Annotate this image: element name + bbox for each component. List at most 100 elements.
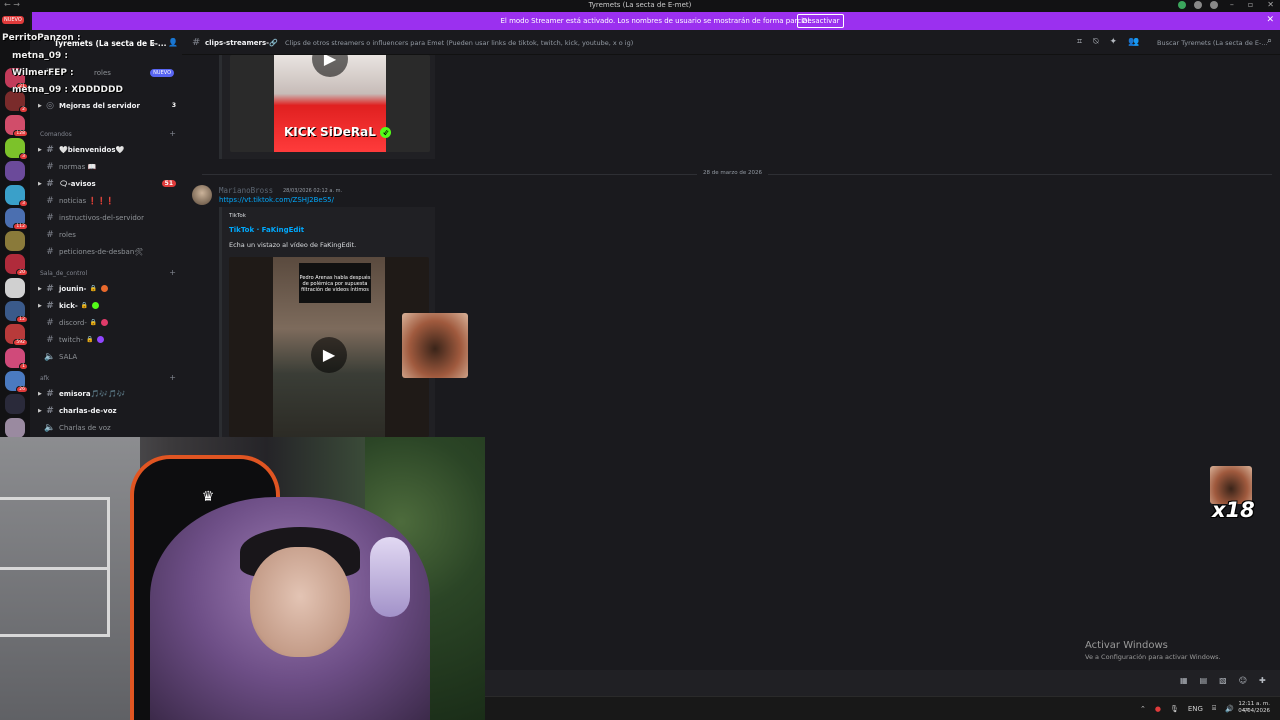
language-indicator[interactable]: ENG — [1188, 705, 1203, 713]
add-channel-icon[interactable]: + — [169, 268, 176, 277]
add-channel-icon[interactable]: + — [169, 373, 176, 382]
hash-icon: # — [46, 161, 54, 172]
message-timestamp: 28/03/2026 02:12 a. m. — [283, 188, 343, 194]
message-author[interactable]: MarianoBross — [219, 186, 273, 195]
channel-label: instructivos-del-servidor — [59, 213, 144, 222]
lock-icon: 🔒 — [89, 285, 97, 292]
server-icon[interactable]: 26 — [5, 370, 28, 393]
category-comandos[interactable]: Comandos — [40, 131, 72, 138]
sidebar-item-mejoras[interactable]: ▶ ◎ Mejoras del servidor 3 — [38, 98, 180, 113]
taskbar-clock[interactable]: 12:11 a. m. 04/04/2026 — [1238, 701, 1270, 715]
play-icon[interactable]: ▶ — [311, 337, 347, 373]
mejoras-label: Mejoras del servidor — [59, 101, 140, 110]
nitro-icon[interactable] — [1178, 1, 1186, 9]
sidebar-item-channel[interactable]: ▶ # kick- 🔒 — [38, 298, 180, 313]
hash-icon: # — [46, 246, 54, 257]
network-icon[interactable]: ⌸ — [1212, 704, 1216, 713]
server-icon[interactable] — [5, 231, 25, 252]
search-icon[interactable]: ⌕ — [1267, 36, 1272, 46]
server-icon[interactable]: 3 — [5, 137, 28, 160]
server-icon[interactable]: 20 — [5, 254, 28, 277]
sidebar-item-channel[interactable]: # twitch- 🔒 — [38, 332, 180, 347]
sidebar-item-channel[interactable]: # noticias ❗❗❗ — [38, 193, 180, 208]
sidebar-item-channel[interactable]: ▶ # charlas-de-voz — [38, 403, 180, 418]
server-icon[interactable]: 3 — [5, 184, 28, 207]
server-icon[interactable]: 592 — [5, 324, 28, 347]
server-mention-badge: 3 — [19, 199, 28, 207]
server-icon[interactable]: 12 — [5, 301, 28, 323]
sidebar-item-channel[interactable]: # instructivos-del-servidor — [38, 210, 180, 225]
server-mention-badge: 2 — [19, 106, 28, 114]
lock-icon: 🔒 — [85, 336, 94, 343]
alert-multiplier: x18 — [1212, 498, 1255, 522]
record-icon[interactable]: ● — [1155, 705, 1161, 713]
minimize-icon[interactable]: – — [1230, 0, 1234, 9]
message-link[interactable]: https://vt.tiktok.com/ZSHJ2BeS5/ — [219, 196, 334, 204]
chevron-down-icon[interactable]: ⌄ — [150, 38, 157, 47]
sidebar-item-channel[interactable]: ▶ # jounin- 🔒 — [38, 281, 180, 296]
video-thumbnail[interactable]: ▶ KICK SiDeRaL ✓ — [230, 55, 430, 152]
deactivate-button[interactable]: Desactivar — [797, 14, 845, 28]
server-icon[interactable] — [5, 417, 25, 438]
server-icon[interactable]: 112 — [5, 207, 28, 230]
sidebar-item-channel[interactable]: # normas 📖 — [38, 159, 180, 174]
sidebar-item-channel[interactable]: ▶ # 🗨-avisos 51 — [38, 176, 180, 191]
lock-icon: 🔒 — [80, 302, 89, 309]
close-window-icon[interactable]: ✕ — [1267, 0, 1274, 9]
sidebar-item-channel[interactable]: 🔈 Charlas de voz — [38, 420, 180, 435]
server-icon[interactable] — [5, 161, 25, 182]
channel-name: clips-streamers-🔗 — [205, 39, 278, 47]
category-afk[interactable]: afk — [40, 375, 49, 382]
channel-label: twitch- — [59, 335, 83, 344]
server-icon[interactable]: 128 — [5, 114, 28, 137]
hash-icon: # — [46, 300, 54, 311]
voice-channel-icon: 🔈 — [44, 422, 56, 433]
inbox-icon[interactable] — [1194, 1, 1202, 9]
gif-icon[interactable]: ▤ — [1200, 676, 1208, 685]
avatar[interactable] — [192, 185, 212, 205]
pin-icon[interactable]: ✦ — [1109, 37, 1117, 47]
channel-label: 🗨-avisos — [59, 179, 96, 188]
mute-icon[interactable]: ⍉ — [1093, 37, 1098, 47]
webcam-streamer-face — [250, 547, 350, 657]
verified-icon: ✓ — [380, 127, 392, 138]
server-mention-badge: 12 — [16, 316, 28, 323]
add-channel-icon[interactable]: + — [169, 129, 176, 138]
server-icon[interactable]: 1 — [5, 347, 28, 370]
server-icon[interactable] — [5, 394, 25, 415]
window-controls: – ▫ ✕ — [1230, 0, 1274, 9]
sidebar-item-channel[interactable]: # peticiones-de-desban🛠 — [38, 244, 180, 259]
server-mention-badge: 3 — [19, 152, 28, 160]
invite-icon[interactable]: 👤 — [168, 38, 178, 47]
sidebar-item-channel[interactable]: ▶ # 🤍bienvenidos🤍 — [38, 142, 180, 157]
gift-icon[interactable]: ▦ — [1180, 676, 1188, 685]
server-mention-badge: 112 — [13, 222, 28, 230]
help-icon[interactable] — [1210, 1, 1218, 9]
banner-close-icon[interactable]: ✕ — [1266, 15, 1274, 25]
embed-title[interactable]: TikTok · FaKingEdit — [229, 226, 304, 234]
hash-icon: # — [46, 283, 54, 294]
hash-icon: # — [46, 229, 54, 240]
search-input[interactable]: Buscar Tyremets (La secta de E-... — [1157, 39, 1268, 47]
sticker-icon[interactable]: ▧ — [1219, 676, 1227, 685]
members-icon[interactable]: 👥 — [1128, 37, 1139, 47]
chevron-up-icon[interactable]: ⌃ — [1140, 705, 1146, 713]
channel-label: discord- — [59, 318, 87, 327]
sidebar-item-channel[interactable]: # roles — [38, 227, 180, 242]
channel-topic[interactable]: Clips de otros streamers o influencers p… — [285, 39, 633, 47]
server-icon[interactable] — [5, 277, 25, 298]
volume-icon[interactable]: 🔊 — [1225, 705, 1234, 713]
titlebar-icons — [1178, 1, 1218, 9]
window-title: Tyremets (La secta de E-met) — [588, 1, 692, 9]
sidebar-item-channel[interactable]: # discord- 🔒 — [38, 315, 180, 330]
apps-icon[interactable]: ✚ — [1259, 676, 1266, 685]
sidebar-item-channel[interactable]: ▶ # emisora🎵🎶🎵🎶 — [38, 386, 180, 401]
maximize-icon[interactable]: ▫ — [1248, 0, 1253, 9]
nuevo-pill: NUEVO — [150, 68, 174, 77]
mic-icon[interactable]: 🎙 — [1170, 705, 1179, 713]
video-thumbnail[interactable]: Pedro Arenas habla después de polémica p… — [229, 257, 429, 437]
threads-icon[interactable]: ⌗ — [1077, 37, 1082, 47]
sidebar-item-channel[interactable]: 🔈 SALA — [38, 349, 180, 364]
emoji-icon[interactable]: ☺ — [1239, 676, 1247, 685]
category-sala-de-control[interactable]: Sala_de_control — [40, 270, 87, 277]
